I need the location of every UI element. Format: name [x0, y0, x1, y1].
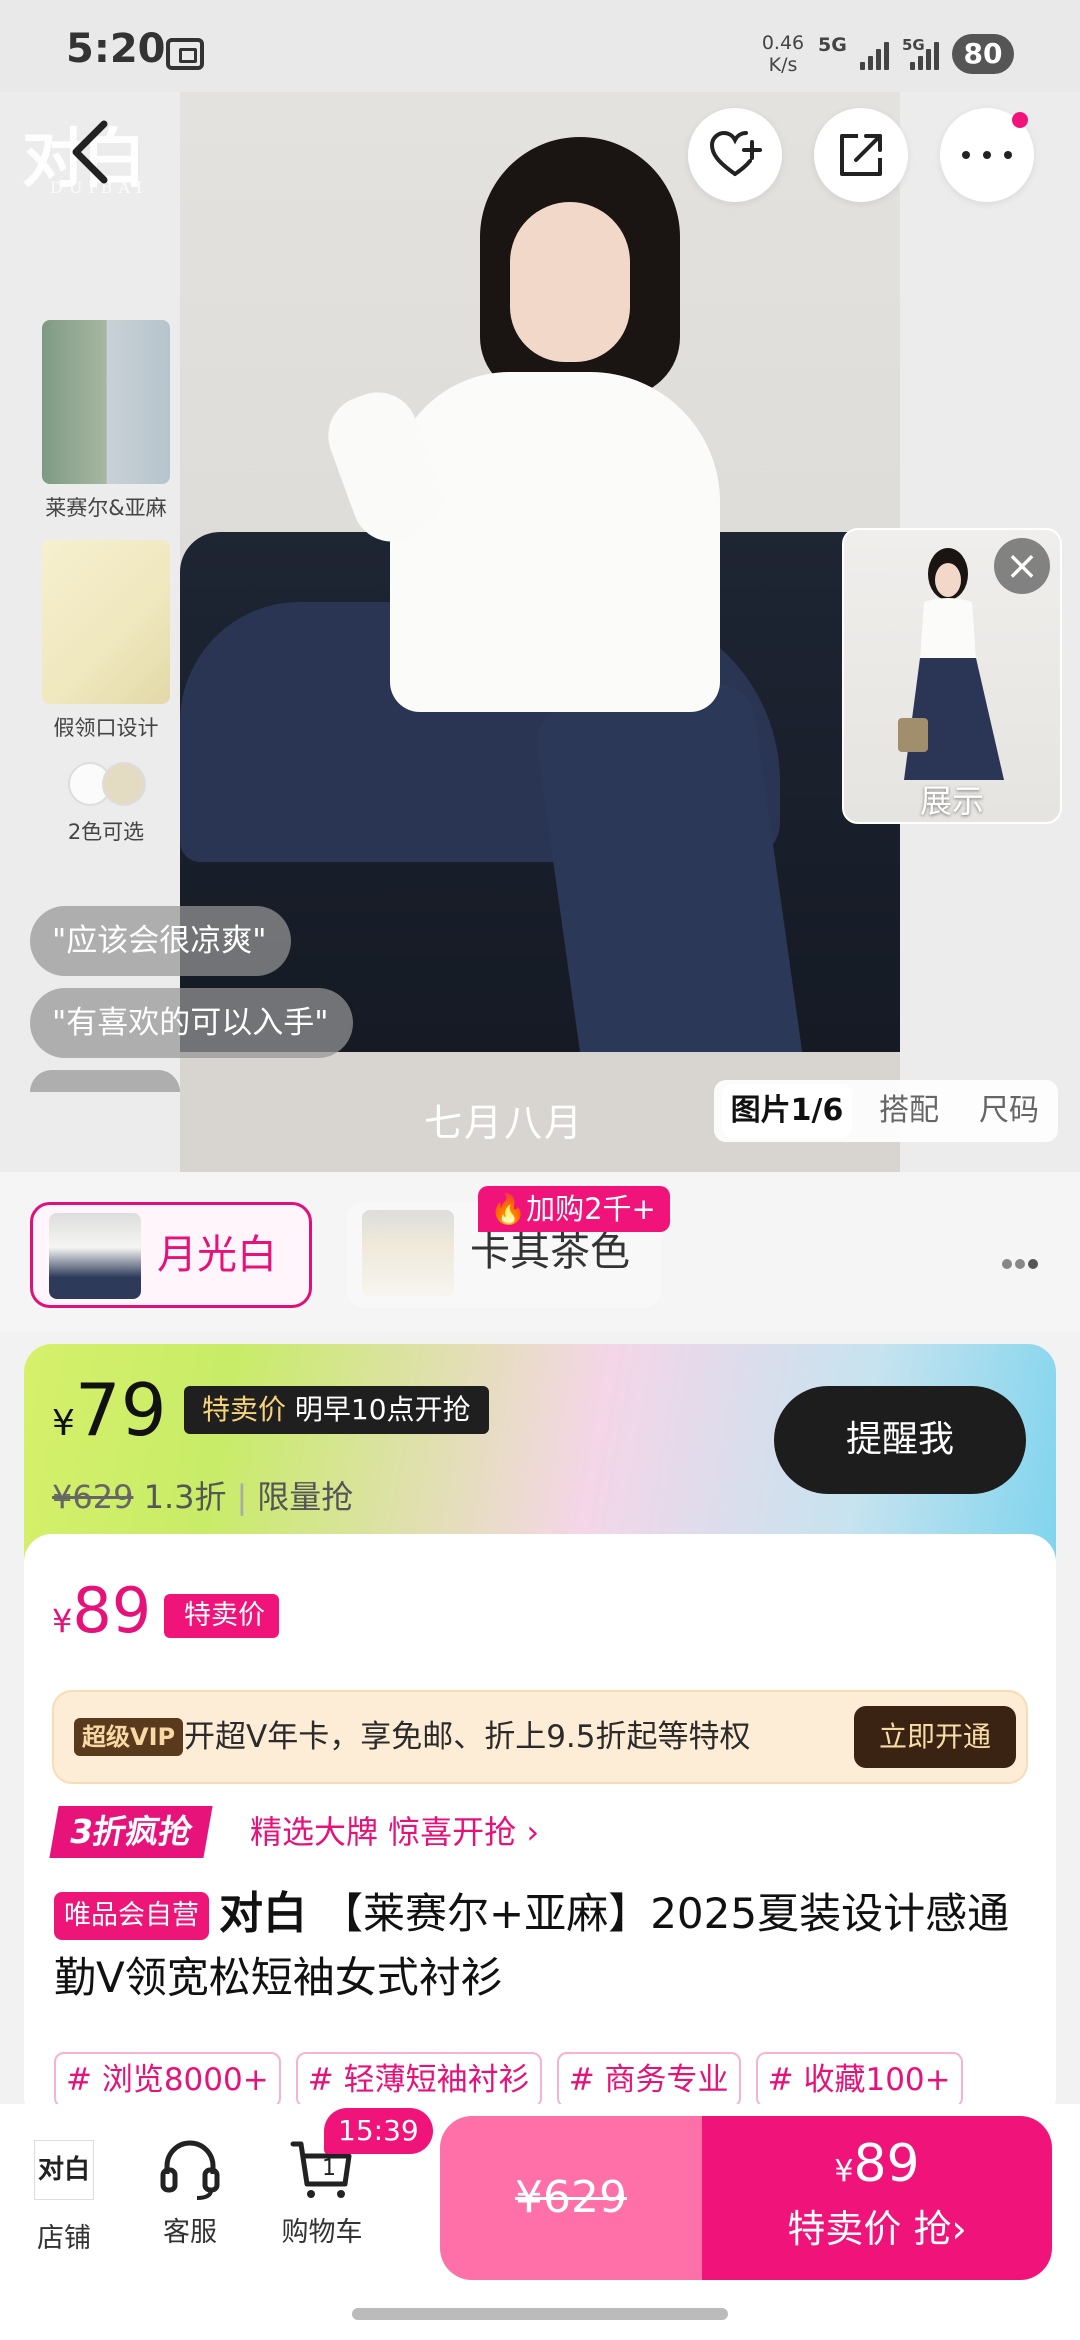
notification-dot — [1012, 112, 1028, 128]
deal-badge: 3折疯抢 — [49, 1806, 213, 1858]
favorite-button[interactable] — [688, 108, 782, 202]
signal-2-icon — [910, 38, 942, 70]
promo-tag-label: 特卖价 — [202, 1393, 287, 1426]
status-bar: 5:20 0.46 K/s 5G 5G 80 — [0, 0, 1080, 92]
tab-size[interactable]: 尺码 — [966, 1080, 1052, 1142]
buy-label: 特卖价 抢› — [787, 2207, 967, 2251]
color-option-thumb — [362, 1210, 454, 1296]
screen-cast-icon — [166, 38, 204, 70]
home-indicator[interactable] — [352, 2308, 728, 2320]
photo-shirt — [390, 372, 720, 712]
flame-icon: 🔥 — [490, 1192, 527, 1226]
vip-open-button[interactable]: 立即开通 — [854, 1706, 1016, 1768]
product-tag[interactable]: # 浏览8000+ — [54, 2052, 281, 2108]
hot-badge-text: 加购2千+ — [526, 1192, 656, 1226]
signal-1-icon — [860, 38, 892, 70]
status-time: 5:20 — [66, 26, 166, 72]
buy-currency: ¥ — [834, 2154, 854, 2189]
tab-outfit[interactable]: 搭配 — [864, 1080, 954, 1142]
feature-fabric[interactable]: 莱赛尔&亚麻 — [42, 320, 170, 522]
network-speed-unit: K/s — [768, 54, 798, 76]
swatch-khaki — [102, 762, 146, 806]
vip-badge: 超级VIP — [74, 1718, 184, 1756]
promo-subline: ¥629 1.3折 | 限量抢 — [52, 1478, 354, 1516]
more-colors-button[interactable] — [1002, 1254, 1041, 1273]
nav-cart-label: 购物车 — [281, 2217, 363, 2248]
feature-collar-thumb — [42, 540, 170, 704]
close-video-button[interactable]: × — [994, 538, 1050, 594]
limit-label: 限量抢 — [257, 1478, 354, 1516]
hero-caption: 七月八月 — [424, 1101, 585, 1145]
price-card: ¥79 特卖价 明早10点开抢 ¥629 1.3折 | 限量抢 提醒我 ¥89 特卖… — [24, 1344, 1056, 2124]
promo-tag: 特卖价 明早10点开抢 — [184, 1386, 489, 1434]
remind-me-button[interactable]: 提醒我 — [774, 1386, 1026, 1494]
current-price-value: 89 — [72, 1574, 152, 1647]
buy-buttons: ¥629 ¥89 特卖价 抢› — [440, 2116, 1052, 2280]
color-option-moonlight-white[interactable]: 月光白 — [30, 1202, 312, 1308]
nav-shop-label: 店铺 — [37, 2223, 91, 2254]
original-price: ¥629 — [52, 1478, 134, 1516]
heart-plus-icon — [709, 130, 762, 176]
shop-logo-icon: 对白 — [34, 2140, 94, 2200]
buy-price: ¥89 — [702, 2134, 1052, 2194]
buy-now-button[interactable]: ¥89 特卖价 抢› — [702, 2116, 1052, 2280]
nav-service-label: 客服 — [163, 2217, 217, 2248]
headset-icon — [160, 2140, 220, 2200]
product-tags: # 浏览8000+ # 轻薄短袖衬衫 # 商务专业 # 收藏100+ — [54, 2052, 1054, 2108]
discount-rate: 1.3折 — [143, 1478, 227, 1516]
hot-add-cart-badge: 🔥加购2千+ — [478, 1186, 670, 1232]
color-swatches[interactable] — [68, 762, 152, 808]
network-speed: 0.46 K/s — [758, 32, 808, 76]
vip-text: 开超V年卡，享免邮、折上9.5折起等特权 — [184, 1719, 751, 1755]
feature-collar[interactable]: 假领口设计 — [42, 540, 170, 742]
current-currency: ¥ — [52, 1602, 73, 1640]
share-icon — [840, 134, 882, 176]
current-price-tag: 特卖价 — [164, 1594, 279, 1638]
self-operated-badge: 唯品会自营 — [54, 1892, 209, 1940]
swatch-label: 2色可选 — [67, 820, 145, 844]
comment-bubble-partial — [30, 1070, 180, 1092]
image-tabs: 图片1/6 搭配 尺码 — [714, 1080, 1058, 1142]
original-price-button[interactable]: ¥629 — [440, 2116, 702, 2280]
feature-fabric-thumb — [42, 320, 170, 484]
photo-face — [510, 202, 630, 362]
product-tag[interactable]: # 轻薄短袖衬衫 — [295, 2052, 542, 2108]
product-title: 唯品会自营 对白 【莱赛尔+亚麻】2025夏装设计感通勤V领宽松短袖女式衬衫 — [54, 1882, 1034, 2010]
back-button[interactable] — [62, 112, 122, 192]
promo-currency: ¥ — [52, 1403, 75, 1444]
comment-bubble: "应该会很凉爽" — [30, 906, 291, 976]
cart-timer-badge: 15:39 — [324, 2108, 433, 2154]
color-selector: 月光白 卡其茶色 🔥加购2千+ — [0, 1172, 1080, 1332]
buy-original-price: ¥629 — [515, 2172, 627, 2223]
floating-video-label: 展示 — [919, 782, 984, 820]
network-type-1: 5G — [818, 34, 847, 56]
share-button[interactable] — [814, 108, 908, 202]
feature-collar-label: 假领口设计 — [53, 716, 159, 740]
more-button[interactable] — [940, 108, 1034, 202]
product-tag[interactable]: # 商务专业 — [556, 2052, 741, 2108]
battery-indicator: 80 — [952, 34, 1014, 74]
back-arrow-icon — [72, 120, 108, 184]
promo-price-value: 79 — [74, 1368, 167, 1452]
product-tag[interactable]: # 收藏100+ — [755, 2052, 963, 2108]
vip-banner[interactable]: 超级VIP 开超V年卡，享免邮、折上9.5折起等特权 立即开通 — [52, 1690, 1028, 1784]
deal-text: 精选大牌 惊喜开抢 › — [250, 1813, 540, 1851]
color-option-name: 月光白 — [157, 1232, 277, 1278]
promo-tag-time: 明早10点开抢 — [294, 1393, 471, 1426]
color-option-thumb — [49, 1213, 141, 1299]
product-brand: 对白 — [219, 1888, 307, 1939]
feature-fabric-label: 莱赛尔&亚麻 — [45, 496, 167, 520]
buy-price-value: 89 — [853, 2134, 920, 2194]
cart-count: 1 — [322, 2156, 336, 2181]
price-details: ¥89 特卖价 超级VIP 开超V年卡，享免邮、折上9.5折起等特权 立即开通 … — [24, 1534, 1056, 2124]
comment-bubble: "有喜欢的可以入手" — [30, 988, 353, 1058]
more-dots-icon — [962, 151, 1012, 159]
nav-shop[interactable]: 对白 店铺 — [14, 2134, 114, 2255]
promo-price: ¥79 — [52, 1368, 167, 1452]
network-speed-value: 0.46 — [761, 32, 805, 54]
tab-images[interactable]: 图片1/6 — [722, 1084, 852, 1138]
nav-service[interactable]: 客服 — [140, 2134, 240, 2249]
current-price: ¥89 — [52, 1574, 151, 1647]
